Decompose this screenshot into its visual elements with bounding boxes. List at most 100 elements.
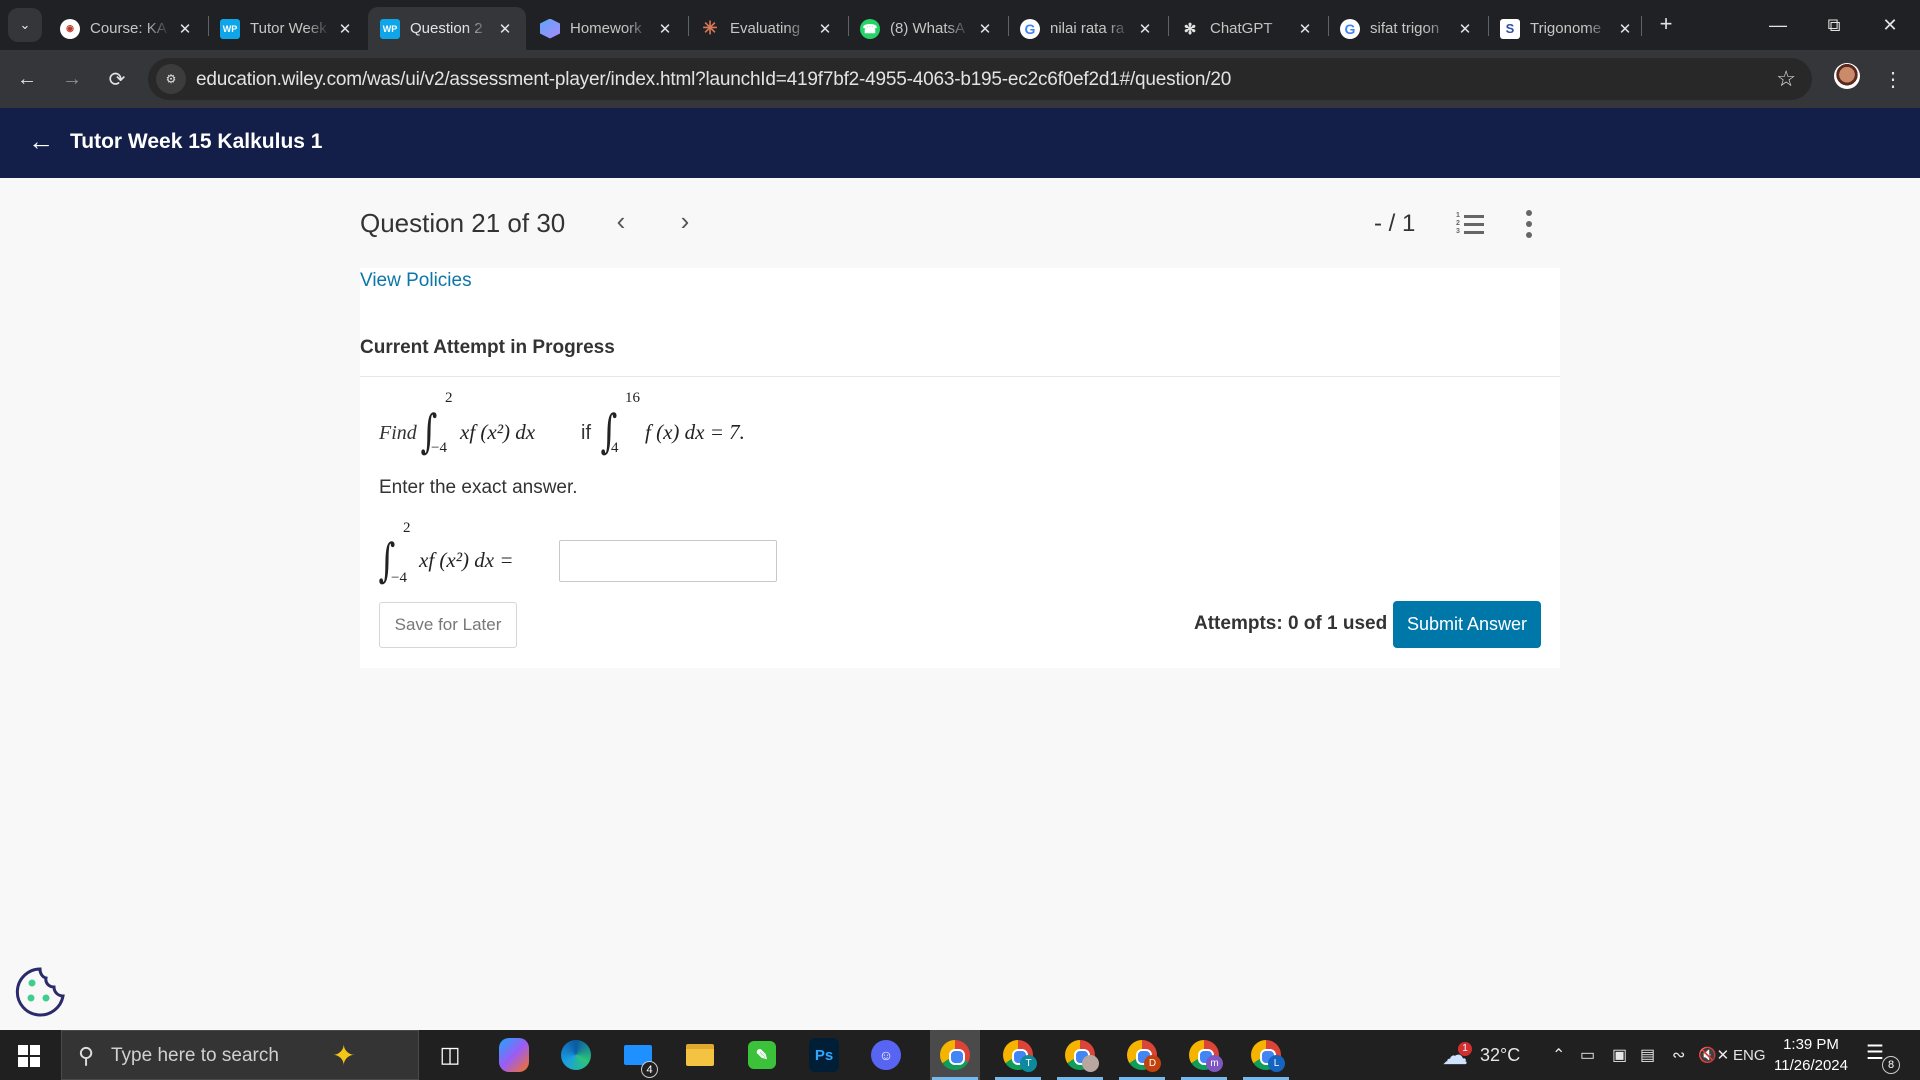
display-indicator[interactable]: ▤: [1640, 1030, 1655, 1080]
tab-nilai-rata[interactable]: G nilai rata ra ✕: [1008, 7, 1166, 50]
previous-question-button[interactable]: ‹: [606, 206, 636, 237]
browser-menu-button[interactable]: ⋮: [1880, 62, 1906, 96]
tab-whatsapp[interactable]: ☎ (8) WhatsA ✕: [848, 7, 1006, 50]
bookmark-star-icon[interactable]: ☆: [1776, 66, 1796, 92]
start-button[interactable]: [18, 1045, 40, 1067]
new-tab-button[interactable]: +: [1652, 10, 1680, 38]
show-hidden-icons[interactable]: ⌃: [1552, 1030, 1565, 1080]
task-view-button[interactable]: ◫: [432, 1038, 468, 1072]
weather-widget[interactable]: ☁ 1 32°C: [1442, 1030, 1520, 1080]
chevron-up-icon: ⌃: [1552, 1047, 1566, 1064]
more-vertical-icon: ⋮: [1883, 68, 1903, 91]
wp-icon: WP: [220, 18, 240, 39]
notes-app[interactable]: ✎: [744, 1038, 780, 1072]
answer-input[interactable]: [559, 540, 777, 582]
chevron-down-icon: ⌄: [19, 17, 31, 32]
attempt-heading: Current Attempt in Progress: [360, 337, 615, 358]
close-icon[interactable]: ✕: [176, 20, 194, 38]
wp-icon: WP: [380, 18, 400, 39]
browser-tab-strip: ⌄ ◉ Course: KA ✕ WP Tutor Week ✕ WP Ques…: [0, 0, 1920, 50]
cookie-settings-button[interactable]: [14, 966, 66, 1018]
close-icon[interactable]: ✕: [976, 20, 994, 38]
question-counter: Question 21 of 30: [360, 208, 566, 238]
chrome-profile-5[interactable]: m: [1179, 1030, 1229, 1080]
chrome-profile-3[interactable]: [1055, 1030, 1105, 1080]
close-icon[interactable]: ✕: [1616, 20, 1634, 38]
close-icon[interactable]: ✕: [496, 20, 514, 38]
list-line: [1464, 231, 1484, 234]
question-list-button[interactable]: 1 2 3: [1456, 212, 1484, 236]
taskbar-search[interactable]: ⚲ Type here to search ✦: [61, 1030, 419, 1080]
mail-app[interactable]: 4: [620, 1038, 658, 1078]
chrome-profile-2[interactable]: T: [993, 1030, 1043, 1080]
chrome-profile-1[interactable]: [930, 1030, 980, 1080]
course-icon: ◉: [60, 18, 80, 39]
camera-indicator[interactable]: ▣: [1612, 1030, 1627, 1080]
photoshop-app[interactable]: Ps: [809, 1038, 839, 1072]
tab-trigonometry[interactable]: S Trigonome ✕: [1488, 7, 1646, 50]
back-button[interactable]: ←: [12, 64, 42, 94]
upper-limit: 16: [625, 390, 640, 406]
dot: [1526, 232, 1532, 238]
volume-muted-icon: 🔇✕: [1698, 1047, 1730, 1064]
reload-button[interactable]: ⟳: [102, 64, 132, 94]
restore-button[interactable]: ⧉: [1806, 0, 1862, 50]
tab-search-button[interactable]: ⌄: [8, 8, 42, 42]
chevron-left-icon: ‹: [616, 206, 626, 236]
network-indicator[interactable]: ∾: [1672, 1030, 1685, 1080]
battery-indicator[interactable]: ▭: [1580, 1030, 1595, 1080]
minimize-button[interactable]: —: [1750, 0, 1806, 50]
close-icon[interactable]: ✕: [656, 20, 674, 38]
tab-evaluating[interactable]: ✳ Evaluating ✕: [688, 7, 846, 50]
profile-avatar[interactable]: [1834, 63, 1860, 89]
search-icon: ⚲: [78, 1043, 95, 1068]
list-line: [1464, 223, 1484, 226]
close-icon[interactable]: ✕: [336, 20, 354, 38]
search-placeholder: Type here to search: [111, 1045, 279, 1066]
site-info-button[interactable]: ⚙: [156, 64, 186, 94]
app-header: ← Tutor Week 15 Kalkulus 1: [0, 108, 1920, 178]
tab-course[interactable]: ◉ Course: KA ✕: [48, 7, 206, 50]
address-bar[interactable]: ⚙ education.wiley.com/was/ui/v2/assessme…: [148, 58, 1812, 100]
s-icon: S: [1500, 18, 1520, 39]
language-indicator[interactable]: ENG: [1733, 1030, 1766, 1080]
close-icon[interactable]: ✕: [1136, 20, 1154, 38]
tab-chatgpt[interactable]: ✻ ChatGPT ✕: [1168, 7, 1326, 50]
back-to-course-button[interactable]: ←: [28, 128, 54, 154]
view-policies-link[interactable]: View Policies: [360, 270, 472, 292]
copilot-app[interactable]: [499, 1038, 529, 1072]
notification-center-button[interactable]: ☰ 8: [1866, 1040, 1900, 1074]
close-icon[interactable]: ✕: [816, 20, 834, 38]
url-text[interactable]: education.wiley.com/was/ui/v2/assessment…: [196, 69, 1231, 91]
weather-badge: 1: [1458, 1041, 1472, 1056]
google-icon: G: [1340, 18, 1360, 39]
close-window-button[interactable]: ✕: [1862, 0, 1918, 50]
tab-title: Evaluating: [730, 20, 801, 37]
edge-app[interactable]: [558, 1038, 594, 1072]
restore-icon: ⧉: [1827, 14, 1841, 35]
numbered-list-icon: 1: [1456, 212, 1460, 219]
file-explorer-app[interactable]: [682, 1038, 718, 1072]
tab-title: sifat trigon: [1370, 20, 1440, 37]
volume-indicator[interactable]: 🔇✕: [1698, 1030, 1729, 1080]
discord-app[interactable]: ☺: [868, 1038, 904, 1072]
submit-answer-button[interactable]: Submit Answer: [1393, 601, 1541, 648]
system-clock[interactable]: 1:39 PM 11/26/2024: [1768, 1034, 1854, 1076]
windows-logo-icon: [30, 1045, 40, 1055]
integrand: xf (x²) dx =: [419, 548, 514, 572]
profile-badge: [1082, 1055, 1099, 1072]
next-question-button[interactable]: ›: [670, 206, 700, 237]
save-for-later-button[interactable]: Save for Later: [379, 602, 517, 648]
chrome-profile-6[interactable]: L: [1241, 1030, 1291, 1080]
windows-taskbar: ⚲ Type here to search ✦ ◫ 4 ✎ Ps ☺ T D m…: [0, 1030, 1920, 1080]
tab-tutor-week[interactable]: WP Tutor Week ✕: [208, 7, 366, 50]
clock-date: 11/26/2024: [1774, 1057, 1848, 1074]
tab-sifat-trigon[interactable]: G sifat trigon ✕: [1328, 7, 1486, 50]
chrome-profile-4[interactable]: D: [1117, 1030, 1167, 1080]
forward-button[interactable]: →: [57, 64, 87, 94]
close-icon[interactable]: ✕: [1296, 20, 1314, 38]
question-more-button[interactable]: [1524, 210, 1534, 238]
tab-question-active[interactable]: WP Question 2 ✕: [368, 7, 526, 50]
tab-homework[interactable]: Homework ✕: [528, 7, 686, 50]
close-icon[interactable]: ✕: [1456, 20, 1474, 38]
